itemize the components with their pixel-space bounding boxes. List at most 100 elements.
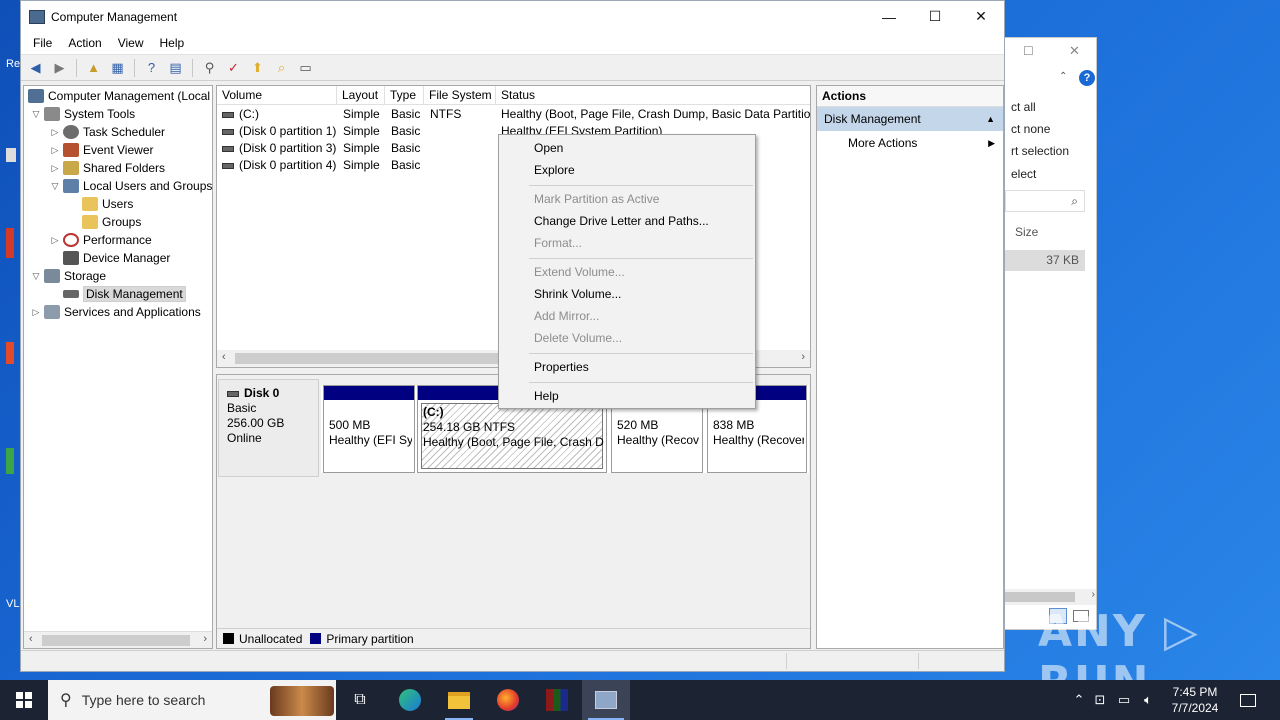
select-all-item[interactable]: ct all — [1011, 100, 1036, 114]
table-row[interactable]: (C:) Simple Basic NTFS Healthy (Boot, Pa… — [217, 106, 810, 123]
tree-item-storage[interactable]: ▽ Storage — [30, 267, 106, 285]
scroll-left-icon[interactable]: ‹ — [222, 351, 226, 363]
chevron-right-icon[interactable]: ▷ — [49, 145, 61, 156]
task-view-button[interactable]: ⧉ — [336, 680, 384, 720]
chevron-right-icon[interactable]: ▷ — [49, 163, 61, 174]
menu-item-open[interactable]: Open — [534, 141, 563, 155]
desktop-icon[interactable] — [6, 148, 16, 162]
tree-item-local-users[interactable]: ▽ Local Users and Groups — [49, 177, 212, 195]
forward-icon[interactable]: ▶ — [49, 58, 70, 78]
tree-item-users[interactable]: Users — [80, 195, 133, 213]
horizontal-scrollbar[interactable]: › — [1005, 589, 1096, 605]
list-header: Volume Layout Type File System Status — [217, 86, 810, 105]
column-header-volume[interactable]: Volume — [217, 86, 337, 105]
column-header-status[interactable]: Status — [496, 86, 810, 105]
menu-item-shrink-volume[interactable]: Shrink Volume... — [534, 287, 621, 301]
menu-action[interactable]: Action — [60, 36, 109, 50]
tree-item-event-viewer[interactable]: ▷ Event Viewer — [49, 141, 153, 159]
chevron-down-icon[interactable]: ▽ — [30, 271, 42, 282]
taskbar-search[interactable]: ⚲ Type here to search — [48, 680, 336, 720]
size-column-header[interactable]: Size — [1015, 225, 1038, 239]
menu-item-explore[interactable]: Explore — [534, 163, 575, 177]
chevron-down-icon[interactable]: ▽ — [49, 181, 61, 192]
menu-view[interactable]: View — [110, 36, 152, 50]
chevron-right-icon[interactable]: ▷ — [49, 127, 61, 138]
start-button[interactable] — [0, 680, 48, 720]
desktop-icon[interactable] — [6, 228, 14, 258]
winrar-taskbar-button[interactable] — [533, 680, 581, 720]
chevron-up-icon[interactable]: ⌃ — [1059, 71, 1067, 82]
tree-item-device-manager[interactable]: Device Manager — [61, 249, 170, 267]
type-cell: Basic — [391, 107, 421, 121]
tree-item-disk-management[interactable]: Disk Management — [61, 285, 186, 303]
properties-view-icon[interactable]: ▤ — [165, 58, 186, 78]
list-view-icon[interactable]: ▭ — [295, 58, 316, 78]
notification-center-button[interactable] — [1224, 680, 1272, 720]
desktop-icon[interactable] — [6, 448, 14, 474]
select-none-item[interactable]: ct none — [1011, 122, 1050, 136]
close-button[interactable]: ✕ — [958, 1, 1004, 32]
network-icon[interactable]: ▭ — [1112, 692, 1136, 708]
partition-status: Healthy (EFI Sy — [329, 433, 412, 447]
scroll-thumb[interactable] — [42, 635, 190, 646]
title-bar[interactable]: Computer Management — ☐ ✕ — [21, 1, 1004, 32]
disk-0-label[interactable]: Disk 0 Basic 256.00 GB Online — [218, 379, 319, 477]
scroll-thumb[interactable] — [235, 353, 535, 364]
meet-now-icon[interactable]: ⊡ — [1088, 692, 1112, 708]
partition-efi[interactable]: 500 MB Healthy (EFI Sy — [323, 385, 415, 473]
up-folder-icon[interactable]: ▲ — [83, 58, 104, 78]
edge-taskbar-button[interactable] — [386, 680, 434, 720]
tree-item-groups[interactable]: Groups — [80, 213, 141, 231]
column-header-file-system[interactable]: File System — [424, 86, 496, 105]
back-icon[interactable]: ◀ — [25, 58, 46, 78]
check-icon[interactable]: ✓ — [223, 58, 244, 78]
firefox-taskbar-button[interactable] — [484, 680, 532, 720]
maximize-button[interactable]: ☐ — [912, 1, 958, 32]
scroll-left-icon[interactable]: ‹ — [29, 633, 33, 645]
menu-help[interactable]: Help — [152, 36, 193, 50]
close-icon[interactable]: ✕ — [1069, 43, 1080, 59]
invert-selection-item[interactable]: rt selection — [1011, 144, 1069, 158]
clock[interactable]: 7:45 PM 7/7/2024 — [1160, 684, 1230, 716]
scroll-thumb[interactable] — [1005, 592, 1075, 602]
tree-item-root[interactable]: Computer Management (Local — [26, 87, 210, 105]
chevron-up-icon[interactable]: ⌃ — [1070, 692, 1088, 708]
desktop-icon[interactable] — [6, 342, 14, 364]
tree-item-services[interactable]: ▷ Services and Applications — [30, 303, 201, 321]
column-header-type[interactable]: Type — [385, 86, 424, 105]
minimize-button[interactable]: — — [866, 1, 912, 32]
tree-item-performance[interactable]: ▷ Performance — [49, 231, 152, 249]
help-icon[interactable]: ? — [141, 58, 162, 78]
maximize-icon[interactable]: ☐ — [1023, 44, 1034, 58]
scroll-right-icon[interactable]: › — [801, 351, 805, 363]
help-icon[interactable]: ? — [1079, 70, 1095, 86]
tree-item-task-scheduler[interactable]: ▷ Task Scheduler — [49, 123, 165, 141]
scroll-right-icon[interactable]: › — [203, 633, 207, 645]
file-explorer-taskbar-button[interactable] — [435, 680, 483, 720]
search-input[interactable]: ⌕ — [1005, 190, 1085, 212]
tree-horizontal-scrollbar[interactable]: ‹ › — [24, 631, 212, 648]
more-actions-item[interactable]: More Actions ▶ — [817, 131, 1003, 155]
chevron-right-icon[interactable]: ▷ — [30, 307, 42, 318]
menu-item-change-drive-letter[interactable]: Change Drive Letter and Paths... — [534, 214, 709, 228]
menu-separator — [529, 258, 753, 259]
menu-item-properties[interactable]: Properties — [534, 360, 589, 374]
search-folder-icon[interactable]: ⌕ — [271, 58, 292, 78]
computer-management-taskbar-button[interactable] — [582, 680, 630, 720]
menu-file[interactable]: File — [25, 36, 60, 50]
tree-item-system-tools[interactable]: ▽ System Tools — [30, 105, 135, 123]
show-hide-tree-icon[interactable]: ▦ — [107, 58, 128, 78]
actions-section-disk-management[interactable]: Disk Management ▲ — [817, 107, 1003, 131]
tree-item-shared-folders[interactable]: ▷ Shared Folders — [49, 159, 165, 177]
collapse-icon[interactable]: ▲ — [986, 107, 995, 131]
connect-icon[interactable]: ⚲ — [199, 58, 220, 78]
status-divider — [786, 653, 787, 669]
menu-item-help[interactable]: Help — [534, 389, 559, 403]
scroll-right-icon[interactable]: › — [1092, 589, 1095, 600]
column-header-layout[interactable]: Layout — [337, 86, 385, 105]
chevron-right-icon[interactable]: ▷ — [49, 235, 61, 246]
file-row[interactable]: 37 KB — [1005, 250, 1085, 271]
volume-icon[interactable]: 🔈︎ — [1136, 692, 1160, 708]
chevron-down-icon[interactable]: ▽ — [30, 109, 42, 120]
folder-up-icon[interactable]: ⬆ — [247, 58, 268, 78]
